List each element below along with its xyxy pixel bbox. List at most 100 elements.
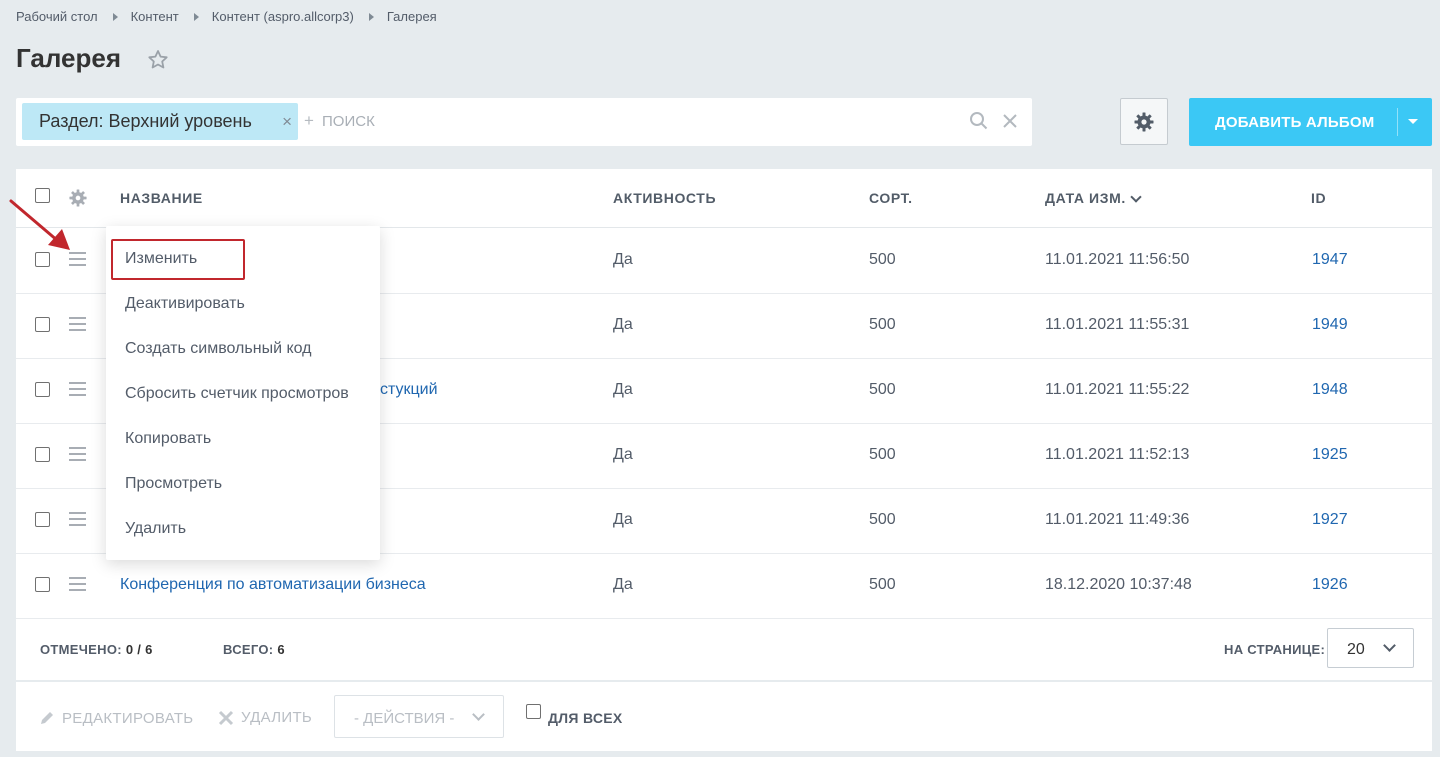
menu-item-deactivate[interactable]: Деактивировать bbox=[125, 295, 245, 313]
row-id-link[interactable]: 1949 bbox=[1312, 316, 1348, 334]
row-id-link[interactable]: 1947 bbox=[1312, 251, 1348, 269]
menu-item-reset-views[interactable]: Сбросить счетчик просмотров bbox=[125, 385, 349, 403]
checked-label: ОТМЕЧЕНО: bbox=[40, 642, 122, 657]
row-date: 11.01.2021 11:49:36 bbox=[1045, 511, 1190, 528]
row-id-link[interactable]: 1948 bbox=[1312, 381, 1348, 399]
row-context-menu: Изменить Деактивировать Создать символьн… bbox=[106, 226, 380, 560]
per-page-label: НА СТРАНИЦЕ: bbox=[1224, 642, 1326, 657]
search-input[interactable]: поиск bbox=[322, 113, 375, 130]
delete-button[interactable]: УДАЛИТЬ bbox=[218, 709, 312, 726]
row-active: Да bbox=[613, 381, 633, 398]
row-menu-icon[interactable] bbox=[69, 252, 86, 270]
row-menu-icon[interactable] bbox=[69, 447, 86, 465]
row-checkbox[interactable] bbox=[35, 382, 50, 397]
add-album-label: ДОБАВИТЬ АЛЬБОМ bbox=[1215, 114, 1375, 131]
add-button-divider bbox=[1397, 108, 1398, 136]
dropdown-arrow-icon[interactable] bbox=[1408, 119, 1418, 124]
row-sort: 500 bbox=[869, 251, 896, 268]
add-album-button[interactable]: ДОБАВИТЬ АЛЬБОМ bbox=[1189, 98, 1432, 146]
breadcrumb-separator-icon bbox=[368, 12, 374, 21]
pencil-icon bbox=[41, 712, 53, 724]
group-actions-bar: РЕДАКТИРОВАТЬ УДАЛИТЬ - ДЕЙСТВИЯ - ДЛЯ В… bbox=[16, 682, 1432, 751]
row-id-link[interactable]: 1925 bbox=[1312, 446, 1348, 464]
edit-button[interactable]: РЕДАКТИРОВАТЬ bbox=[38, 709, 193, 727]
total-count: ВСЕГО: 6 bbox=[223, 642, 285, 657]
row-checkbox[interactable] bbox=[35, 512, 50, 527]
total-label: ВСЕГО: bbox=[223, 642, 274, 657]
column-name[interactable]: НАЗВАНИЕ bbox=[120, 190, 203, 206]
for-all-label: ДЛЯ ВСЕХ bbox=[548, 710, 623, 726]
delete-label: УДАЛИТЬ bbox=[241, 709, 313, 726]
row-checkbox[interactable] bbox=[35, 252, 50, 267]
breadcrumb-separator-icon bbox=[112, 12, 118, 21]
menu-item-copy[interactable]: Копировать bbox=[125, 430, 211, 448]
breadcrumb-item-desktop[interactable]: Рабочий стол bbox=[16, 9, 98, 24]
row-menu-icon[interactable] bbox=[69, 512, 86, 530]
table-summary: ОТМЕЧЕНО: 0 / 6 ВСЕГО: 6 НА СТРАНИЦЕ: 20 bbox=[16, 618, 1432, 682]
row-date: 11.01.2021 11:55:22 bbox=[1045, 381, 1190, 398]
clear-icon[interactable] bbox=[1001, 112, 1019, 135]
row-checkbox[interactable] bbox=[35, 577, 50, 592]
row-active: Да bbox=[613, 446, 633, 463]
row-checkbox[interactable] bbox=[35, 317, 50, 332]
close-icon bbox=[218, 710, 234, 725]
breadcrumb-item-content[interactable]: Контент bbox=[131, 9, 179, 24]
table-header: НАЗВАНИЕ АКТИВНОСТЬ СОРТ. ДАТА ИЗМ. ID bbox=[16, 169, 1432, 228]
edit-label: РЕДАКТИРОВАТЬ bbox=[62, 709, 194, 727]
row-sort: 500 bbox=[869, 316, 896, 333]
sort-down-icon bbox=[1130, 191, 1142, 203]
row-checkbox[interactable] bbox=[35, 447, 50, 462]
row-active: Да bbox=[613, 511, 633, 528]
chevron-down-icon bbox=[1383, 639, 1396, 652]
per-page-value: 20 bbox=[1347, 641, 1365, 658]
row-name-link[interactable]: стукций bbox=[380, 381, 438, 399]
filter-chip[interactable]: Раздел: Верхний уровень × bbox=[22, 103, 298, 140]
menu-item-create-code[interactable]: Создать символьный код bbox=[125, 340, 312, 358]
star-icon[interactable] bbox=[146, 48, 170, 77]
chevron-down-icon bbox=[472, 708, 485, 721]
row-menu-icon[interactable] bbox=[69, 577, 86, 595]
menu-item-view[interactable]: Просмотреть bbox=[125, 475, 222, 493]
actions-label: - ДЕЙСТВИЯ - bbox=[354, 710, 455, 727]
row-sort: 500 bbox=[869, 381, 896, 398]
row-active: Да bbox=[613, 316, 633, 333]
table-row[interactable]: Конференция по автоматизации бизнеса Да … bbox=[16, 553, 1432, 619]
row-id-link[interactable]: 1926 bbox=[1312, 576, 1348, 594]
row-sort: 500 bbox=[869, 511, 896, 528]
row-menu-icon[interactable] bbox=[69, 382, 86, 400]
row-date: 11.01.2021 11:56:50 bbox=[1045, 251, 1190, 268]
row-active: Да bbox=[613, 251, 633, 268]
row-date: 11.01.2021 11:55:31 bbox=[1045, 316, 1190, 333]
breadcrumb-separator-icon bbox=[193, 12, 199, 21]
row-name-link[interactable]: Конференция по автоматизации бизнеса bbox=[120, 576, 426, 594]
row-date: 18.12.2020 10:37:48 bbox=[1045, 576, 1192, 593]
chip-close-icon[interactable]: × bbox=[282, 112, 292, 132]
menu-item-edit[interactable]: Изменить bbox=[125, 250, 197, 268]
settings-button[interactable] bbox=[1120, 98, 1168, 145]
column-active[interactable]: АКТИВНОСТЬ bbox=[613, 190, 716, 206]
row-id-link[interactable]: 1927 bbox=[1312, 511, 1348, 529]
breadcrumb-item-content-allcorp[interactable]: Контент (aspro.allcorp3) bbox=[212, 9, 354, 24]
menu-item-delete[interactable]: Удалить bbox=[125, 520, 186, 538]
row-sort: 500 bbox=[869, 576, 896, 593]
page-title: Галерея bbox=[16, 43, 122, 73]
filter-search-bar[interactable]: Раздел: Верхний уровень × + поиск bbox=[16, 98, 1032, 146]
search-icon[interactable] bbox=[969, 111, 989, 136]
column-sort[interactable]: СОРТ. bbox=[869, 190, 913, 206]
row-sort: 500 bbox=[869, 446, 896, 463]
checked-count: ОТМЕЧЕНО: 0 / 6 bbox=[40, 642, 153, 657]
row-active: Да bbox=[613, 576, 633, 593]
row-menu-icon[interactable] bbox=[69, 317, 86, 335]
filter-chip-label: Раздел: Верхний уровень bbox=[39, 111, 252, 131]
column-date-label: ДАТА ИЗМ. bbox=[1045, 190, 1126, 206]
column-id[interactable]: ID bbox=[1311, 190, 1326, 206]
actions-select[interactable]: - ДЕЙСТВИЯ - bbox=[334, 695, 504, 738]
annotation-arrow-icon bbox=[9, 199, 70, 250]
column-date[interactable]: ДАТА ИЗМ. bbox=[1045, 190, 1142, 206]
add-filter-plus-icon[interactable]: + bbox=[304, 111, 314, 131]
for-all-checkbox[interactable] bbox=[526, 704, 541, 719]
breadcrumb: Рабочий стол Контент Контент (aspro.allc… bbox=[16, 9, 437, 24]
per-page-select[interactable]: 20 bbox=[1327, 628, 1414, 668]
breadcrumb-item-gallery[interactable]: Галерея bbox=[387, 9, 437, 24]
total-value: 6 bbox=[277, 642, 285, 657]
